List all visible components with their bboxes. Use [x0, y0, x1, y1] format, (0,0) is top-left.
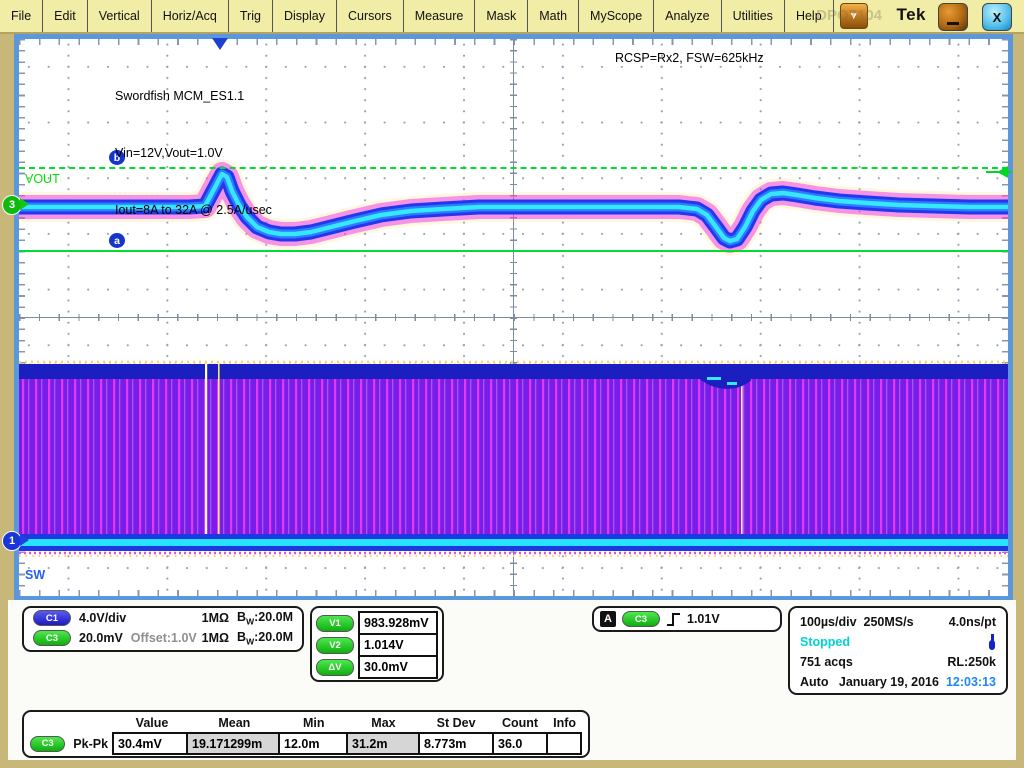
- channel-1-arrow-icon: [20, 534, 29, 546]
- acquisition-state: Stopped: [800, 635, 850, 649]
- graticule: b a Swordfish MCM_ES1.1 Vin=12V,Vout=1.0…: [14, 34, 1013, 601]
- annotation-line: Swordfish MCM_ES1.1: [115, 87, 272, 106]
- minimize-icon: [947, 22, 959, 25]
- cursor-readout-v1: V1983.928mV: [316, 611, 438, 635]
- measurement-header-info: Info: [547, 716, 582, 730]
- readout-panel: C1 4.0V/div 1MΩ BW:20.0M C3 20.0mV Offse…: [0, 600, 1024, 768]
- tek-logo: Tek: [896, 5, 926, 25]
- menu-item-file[interactable]: File: [0, 0, 43, 32]
- channel-3-badge[interactable]: C3: [33, 630, 71, 646]
- rising-edge-icon: [666, 612, 681, 627]
- ch1-impedance: 1MΩ: [202, 611, 229, 625]
- close-button[interactable]: X: [982, 3, 1012, 31]
- annotation-left: Swordfish MCM_ES1.1 Vin=12V,Vout=1.0V Io…: [115, 49, 272, 258]
- measurement-header-max: Max: [348, 716, 420, 730]
- sw-trace-label: SW: [25, 568, 45, 582]
- menu-item-mask[interactable]: Mask: [475, 0, 528, 32]
- menu-item-utilities[interactable]: Utilities: [722, 0, 785, 32]
- measurement-header-count: Count: [493, 716, 547, 730]
- measurement-name: Pk-Pk: [73, 737, 114, 751]
- channel-3-arrow-icon: [20, 198, 29, 210]
- trigger-level: 1.01V: [687, 612, 720, 626]
- readout-panel-background: C1 4.0V/div 1MΩ BW:20.0M C3 20.0mV Offse…: [8, 600, 1016, 760]
- measurement-cell: 30.4mV: [112, 732, 188, 755]
- menu-item-myscope[interactable]: MyScope: [579, 0, 654, 32]
- menu-item-analyze[interactable]: Analyze: [654, 0, 721, 32]
- channel-1-badge[interactable]: C1: [33, 610, 71, 626]
- close-icon: X: [993, 10, 1002, 25]
- measurement-header-value: Value: [115, 716, 189, 730]
- menu-item-math[interactable]: Math: [528, 0, 579, 32]
- menu-bar: FileEditVerticalHoriz/AcqTrigDisplayCurs…: [0, 0, 1024, 34]
- measurement-cell: 12.0m: [278, 732, 348, 755]
- acquisition-count: 751 acqs: [800, 655, 853, 669]
- annotation-line: Iout=8A to 32A @ 2.5A/usec: [115, 201, 272, 220]
- cursor-badge: V2: [316, 637, 354, 654]
- sample-resolution: 4.0ns/pt: [949, 615, 996, 629]
- ch3-bandwidth: BW:20.0M: [237, 630, 293, 647]
- menu-item-display[interactable]: Display: [273, 0, 337, 32]
- thermometer-icon: [988, 634, 996, 650]
- record-length: RL:250k: [947, 655, 996, 669]
- measurement-box[interactable]: ValueMeanMinMaxSt DevCountInfo C3 Pk-Pk …: [22, 710, 590, 758]
- cursor-badge: ΔV: [316, 659, 354, 676]
- menu-item-horizacq[interactable]: Horiz/Acq: [152, 0, 229, 32]
- model-label: DPO7104: [816, 7, 882, 24]
- ch3-impedance: 1MΩ: [202, 631, 229, 645]
- channel-3-marker[interactable]: 3: [2, 195, 22, 215]
- measurement-cell: 19.171299m: [186, 732, 280, 755]
- channel-readout-box[interactable]: C1 4.0V/div 1MΩ BW:20.0M C3 20.0mV Offse…: [22, 606, 304, 652]
- waveform-plot: b a Swordfish MCM_ES1.1 Vin=12V,Vout=1.0…: [19, 39, 1008, 596]
- cursor-readout-rows: V1983.928mVV21.014VΔV30.0mV: [316, 611, 438, 679]
- ch3-scale: 20.0mV: [79, 631, 123, 645]
- sw-trace: [19, 362, 1008, 556]
- trigger-mode: Auto: [800, 675, 828, 689]
- measurement-header-min: Min: [280, 716, 348, 730]
- trigger-bank-badge: A: [600, 611, 616, 627]
- menu-item-cursors[interactable]: Cursors: [337, 0, 404, 32]
- clock: 12:03:13: [946, 675, 996, 689]
- menu-item-trig[interactable]: Trig: [229, 0, 273, 32]
- timebase: 100µs/div: [800, 615, 857, 629]
- trigger-position-marker[interactable]: [212, 38, 228, 50]
- cursor-badge: V1: [316, 615, 354, 632]
- menu-bar-items: FileEditVerticalHoriz/AcqTrigDisplayCurs…: [0, 0, 834, 32]
- menu-item-vertical[interactable]: Vertical: [88, 0, 152, 32]
- cursor-value: 983.928mV: [358, 611, 438, 635]
- measurement-headers: ValueMeanMinMaxSt DevCountInfo: [30, 713, 582, 732]
- measurement-cell: 36.0: [492, 732, 548, 755]
- measurement-row: C3 Pk-Pk 30.4mV19.171299m12.0m31.2m8.773…: [30, 732, 582, 755]
- menu-item-edit[interactable]: Edit: [43, 0, 88, 32]
- scope-display-area: b a Swordfish MCM_ES1.1 Vin=12V,Vout=1.0…: [0, 34, 1024, 600]
- channel-1-marker[interactable]: 1: [2, 531, 22, 551]
- sample-rate: 250MS/s: [864, 615, 914, 629]
- ch1-bandwidth: BW:20.0M: [237, 610, 293, 627]
- measurement-cell: [546, 732, 582, 755]
- cursor-readout-v2: V21.014V: [316, 633, 438, 657]
- measurement-cells: 30.4mV19.171299m12.0m31.2m8.773m36.0: [114, 732, 582, 755]
- measurement-cell: 31.2m: [346, 732, 420, 755]
- measurement-source-badge: C3: [30, 736, 65, 752]
- ch1-scale: 4.0V/div: [79, 611, 126, 625]
- minimize-button[interactable]: [938, 3, 968, 31]
- annotation-right: RCSP=Rx2, FSW=625kHz: [615, 49, 764, 68]
- vout-trace-label: VOUT: [25, 172, 60, 186]
- annotation-line: Vin=12V,Vout=1.0V: [115, 144, 272, 163]
- measurement-header-mean: Mean: [189, 716, 280, 730]
- cursor-readout-box[interactable]: V1983.928mVV21.014VΔV30.0mV: [310, 606, 444, 682]
- cursor-readout-δv: ΔV30.0mV: [316, 655, 438, 679]
- horizontal-readout-box[interactable]: 100µs/div 250MS/s 4.0ns/pt Stopped 751 a…: [788, 606, 1008, 695]
- trigger-level-marker[interactable]: [997, 166, 1008, 178]
- trigger-source-badge: C3: [622, 611, 660, 627]
- date: January 19, 2016: [839, 675, 939, 689]
- cursor-value: 30.0mV: [358, 655, 438, 679]
- measurement-cell: 8.773m: [418, 732, 494, 755]
- menu-item-measure[interactable]: Measure: [404, 0, 476, 32]
- trigger-readout-box[interactable]: A C3 1.01V: [592, 606, 782, 632]
- ch3-offset: Offset:1.0V: [131, 631, 197, 645]
- cursor-value: 1.014V: [358, 633, 438, 657]
- measurement-header-stdev: St Dev: [419, 716, 493, 730]
